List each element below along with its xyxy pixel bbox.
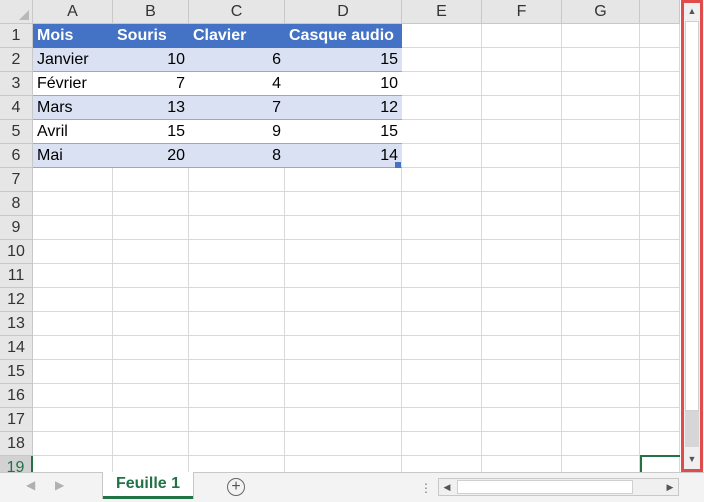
table-cell[interactable]: 6 (189, 48, 285, 72)
corner-triangle-icon (19, 10, 29, 20)
table-cell[interactable]: 13 (113, 96, 189, 120)
table-header-cell[interactable]: Souris (113, 24, 189, 48)
table-cell[interactable]: 20 (113, 144, 189, 168)
gridline (33, 287, 680, 288)
gridline (561, 24, 562, 472)
table-cell[interactable]: 9 (189, 120, 285, 144)
select-all-corner[interactable] (0, 0, 33, 24)
vertical-scrollbar[interactable]: ▲ ▼ (681, 0, 703, 472)
active-cell-outline[interactable] (640, 455, 680, 472)
scroll-down-button[interactable]: ▼ (684, 451, 700, 467)
arrow-down-icon: ▼ (687, 454, 697, 464)
arrow-right-icon: ▶ (666, 481, 674, 492)
table-cell[interactable]: 12 (285, 96, 402, 120)
gridline (33, 407, 680, 408)
row-header[interactable]: 13 (0, 312, 33, 336)
table-cell[interactable]: 14 (285, 144, 402, 168)
scroll-up-button[interactable]: ▲ (684, 3, 700, 19)
plus-icon: + (231, 478, 241, 495)
add-sheet-button[interactable]: + (227, 478, 245, 496)
horizontal-scroll-thumb[interactable] (457, 480, 633, 494)
column-header[interactable]: F (482, 0, 562, 24)
scroll-right-button[interactable]: ▶ (662, 479, 678, 495)
gridline (33, 191, 680, 192)
row-header[interactable]: 1 (0, 24, 33, 48)
row-header[interactable]: 16 (0, 384, 33, 408)
table-cell[interactable]: Mars (33, 96, 113, 120)
gridline (33, 215, 680, 216)
column-header[interactable]: B (113, 0, 189, 24)
gridline (33, 263, 680, 264)
table-cell[interactable]: Mai (33, 144, 113, 168)
sheet-tab-label: Feuille 1 (115, 475, 181, 492)
vertical-scroll-track[interactable] (685, 411, 699, 447)
table-cell[interactable]: 7 (189, 96, 285, 120)
gridline (481, 24, 482, 472)
column-header[interactable]: D (285, 0, 402, 24)
row-header[interactable]: 3 (0, 72, 33, 96)
row-header[interactable]: 12 (0, 288, 33, 312)
column-header[interactable]: E (402, 0, 482, 24)
row-header[interactable]: 15 (0, 360, 33, 384)
spreadsheet-grid[interactable]: ABCDEFG 1 2 3 4 5 6 7 8 9 10 11 12 13 14 15 16 17 18 19 Mo… (0, 0, 680, 472)
table-cell[interactable]: Avril (33, 120, 113, 144)
gridline (33, 239, 680, 240)
table-cell[interactable]: 8 (189, 144, 285, 168)
row-header[interactable]: 14 (0, 336, 33, 360)
sheet-tab-bar: ◀ ▶ Feuille 1 + ⋮ ◀ ▶ (0, 472, 704, 502)
column-header[interactable]: G (562, 0, 640, 24)
next-sheet-arrow-icon[interactable]: ▶ (55, 478, 64, 492)
row-header[interactable]: 9 (0, 216, 33, 240)
column-header[interactable] (640, 0, 680, 24)
gridline (33, 359, 680, 360)
row-header[interactable]: 2 (0, 48, 33, 72)
table-cell[interactable]: 7 (113, 72, 189, 96)
row-header[interactable]: 8 (0, 192, 33, 216)
row-header[interactable]: 11 (0, 264, 33, 288)
column-header[interactable]: A (33, 0, 113, 24)
row-header[interactable]: 7 (0, 168, 33, 192)
row-header[interactable]: 18 (0, 432, 33, 456)
arrow-up-icon: ▲ (687, 6, 697, 16)
row-header[interactable]: 17 (0, 408, 33, 432)
splitter-dots-icon[interactable]: ⋮ (420, 481, 433, 495)
scroll-left-button[interactable]: ◀ (439, 479, 455, 495)
table-header-cell[interactable]: Clavier (189, 24, 285, 48)
gridline (679, 24, 680, 472)
row-header[interactable]: 5 (0, 120, 33, 144)
row-header[interactable]: 10 (0, 240, 33, 264)
row-header[interactable]: 19 (0, 456, 33, 472)
row-header[interactable]: 6 (0, 144, 33, 168)
arrow-left-icon: ◀ (443, 481, 451, 492)
table-cell[interactable]: 15 (285, 120, 402, 144)
gridline (33, 455, 680, 456)
table-cell[interactable]: 15 (113, 120, 189, 144)
table-header-cell[interactable]: Mois (33, 24, 113, 48)
table-cell[interactable]: 4 (189, 72, 285, 96)
column-header[interactable]: C (189, 0, 285, 24)
row-header[interactable]: 4 (0, 96, 33, 120)
sheet-tab[interactable]: Feuille 1 (103, 472, 193, 499)
vertical-scroll-thumb[interactable] (685, 21, 699, 411)
gridline (639, 24, 640, 472)
table-cell[interactable]: Février (33, 72, 113, 96)
previous-sheet-arrow-icon[interactable]: ◀ (26, 478, 35, 492)
table-cell[interactable]: 10 (285, 72, 402, 96)
table-cell[interactable]: 10 (113, 48, 189, 72)
gridline (33, 383, 680, 384)
table-header-cell[interactable]: Casque audio (285, 24, 402, 48)
gridline (33, 335, 680, 336)
table-resize-handle[interactable] (395, 162, 401, 168)
table-cell[interactable]: Janvier (33, 48, 113, 72)
table-cell[interactable]: 15 (285, 48, 402, 72)
horizontal-scrollbar[interactable]: ◀ ▶ (438, 478, 679, 496)
gridline (33, 311, 680, 312)
gridline (33, 431, 680, 432)
